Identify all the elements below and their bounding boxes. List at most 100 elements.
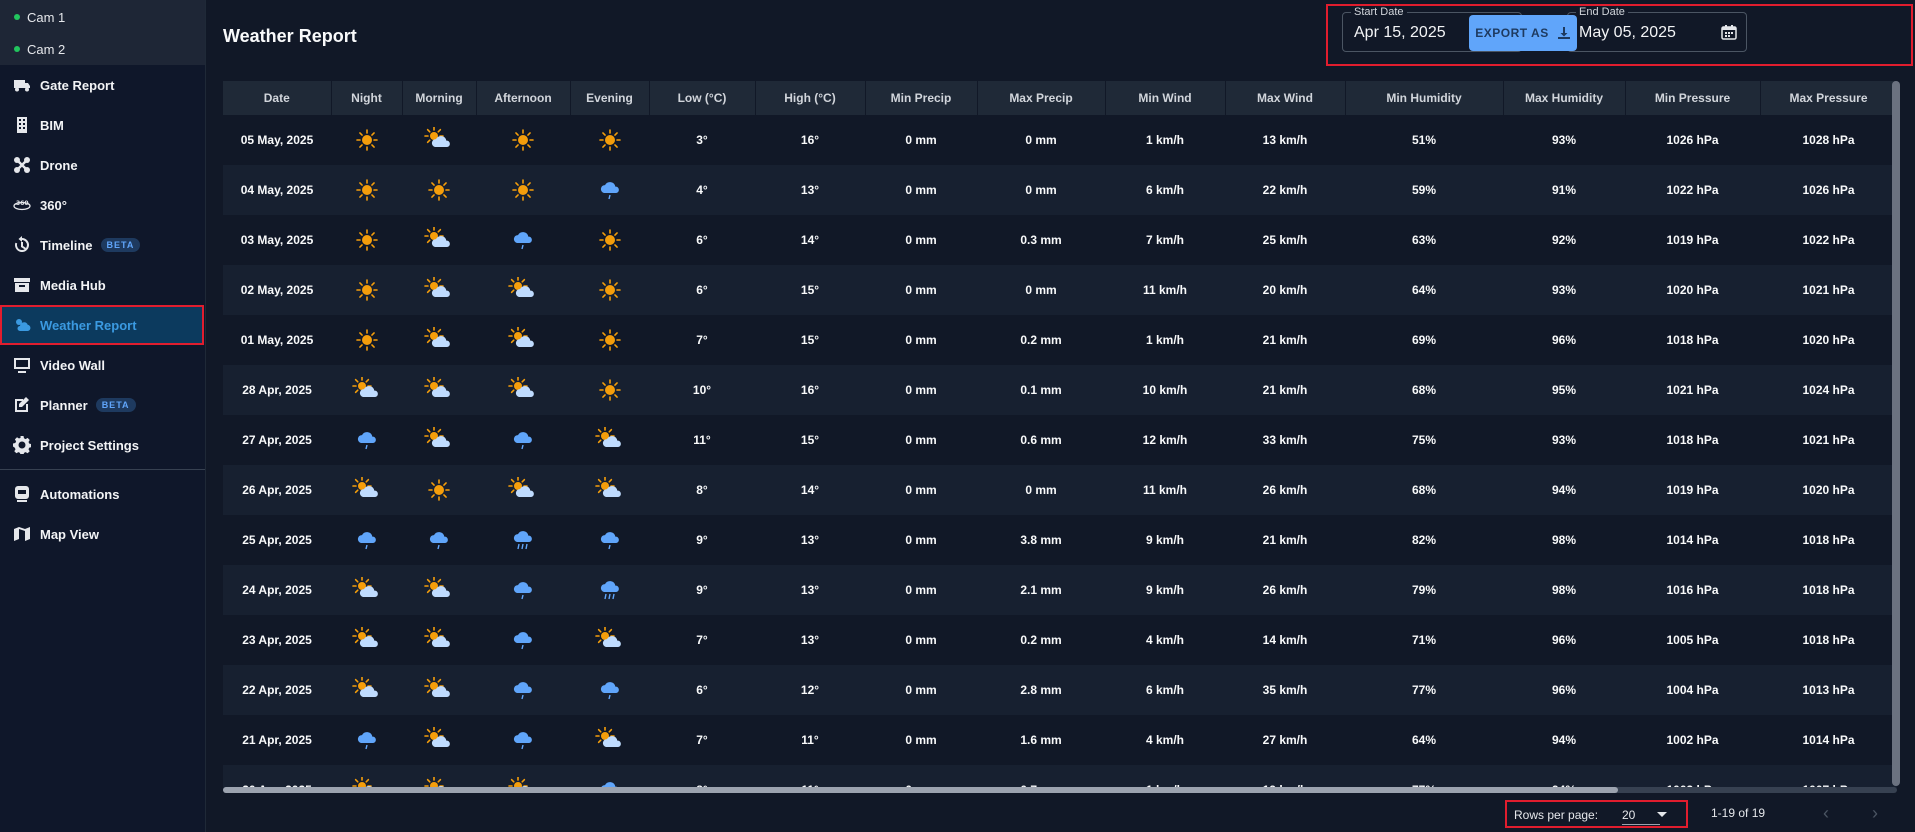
sidebar-item-gate-report[interactable]: Gate Report — [0, 65, 205, 105]
weather-cell — [476, 315, 570, 365]
table-cell: 94% — [1503, 465, 1625, 515]
scrollbar-thumb[interactable] — [223, 787, 1618, 793]
weather-cell — [476, 165, 570, 215]
table-cell: 0 mm — [865, 365, 977, 415]
sidebar-item-planner[interactable]: Planner BETA — [0, 385, 205, 425]
sidebar-item-media-hub[interactable]: Media Hub — [0, 265, 205, 305]
column-header[interactable]: Min Humidity — [1345, 81, 1504, 115]
table-cell: 33 km/h — [1225, 415, 1345, 465]
table-cell: 15° — [755, 265, 865, 315]
partly-cloudy-icon — [351, 377, 378, 397]
table-cell: 1004 hPa — [1625, 665, 1760, 715]
export-as-button[interactable]: EXPORT AS — [1469, 15, 1577, 51]
rows-per-page-control: Rows per page: 20 — [1505, 800, 1688, 828]
date-cell: 04 May, 2025 — [223, 165, 331, 215]
column-header[interactable]: Max Humidity — [1503, 81, 1626, 115]
table-cell: 13° — [755, 165, 865, 215]
column-header[interactable]: Date — [223, 81, 332, 115]
table-cell: 11° — [755, 715, 865, 765]
weather-cell — [570, 465, 649, 515]
table-cell: 0.3 mm — [977, 215, 1105, 265]
next-page-button[interactable]: › — [1865, 803, 1885, 823]
table-cell: 14 km/h — [1225, 615, 1345, 665]
rows-per-page-select[interactable]: 20 — [1622, 808, 1660, 825]
sidebar-item-map-view[interactable]: Map View — [0, 514, 205, 554]
table-cell: 64% — [1345, 715, 1503, 765]
weather-cell — [331, 665, 402, 715]
table-cell: 13° — [755, 615, 865, 665]
column-header[interactable]: Morning — [402, 81, 477, 115]
table-cell: 1022 hPa — [1625, 165, 1760, 215]
table-row: 24 Apr, 2025 9° 13° 0 mm 2.1 mm 9 km/h 26 km/h… — [223, 565, 1897, 615]
table-cell: 3.8 mm — [977, 515, 1105, 565]
chevron-down-icon[interactable] — [1657, 812, 1667, 817]
beta-badge: BETA — [100, 238, 141, 252]
column-header[interactable]: Min Pressure — [1625, 81, 1761, 115]
table-cell: 10 km/h — [1105, 365, 1225, 415]
partly-cloudy-icon — [424, 577, 450, 597]
map-icon — [12, 524, 32, 544]
column-header[interactable]: Evening — [570, 81, 650, 115]
partly-cloudy-icon — [508, 377, 534, 397]
table-cell: 0.2 mm — [977, 315, 1105, 365]
table-cell: 15° — [755, 415, 865, 465]
sidebar-item-bim[interactable]: BIM — [0, 105, 205, 145]
camera-item[interactable]: Cam 1 — [0, 1, 205, 33]
table-cell: 21 km/h — [1225, 365, 1345, 415]
table-cell: 11 km/h — [1105, 265, 1225, 315]
sidebar-item-project-settings[interactable]: Project Settings — [0, 425, 205, 465]
sidebar-item-360[interactable]: 360 360° — [0, 185, 205, 225]
partly-cloudy-icon — [594, 477, 621, 497]
column-header[interactable]: Min Precip — [865, 81, 978, 115]
horizontal-scrollbar[interactable] — [223, 787, 1897, 793]
column-header[interactable]: Max Precip — [977, 81, 1106, 115]
table-cell: 1026 hPa — [1760, 165, 1897, 215]
table-cell: 9° — [649, 565, 755, 615]
camera-item[interactable]: Cam 2 — [0, 33, 205, 65]
end-date-field[interactable]: End Date May 05, 2025 — [1567, 6, 1747, 52]
table-cell: 0 mm — [977, 115, 1105, 165]
table-cell: 92% — [1503, 215, 1625, 265]
sun-icon — [598, 129, 621, 151]
sidebar-item-timeline[interactable]: Timeline BETA — [0, 225, 205, 265]
table-cell: 11 km/h — [1105, 465, 1225, 515]
weather-cell — [570, 565, 649, 615]
table-cell: 11° — [755, 765, 865, 788]
table-row: 03 May, 2025 6° 14° 0 mm 0.3 mm 7 km/h 25 km/h… — [223, 215, 1897, 265]
previous-page-button[interactable]: ‹ — [1816, 803, 1836, 823]
weather-cell — [570, 715, 649, 765]
column-header[interactable]: Low (°C) — [649, 81, 756, 115]
table-cell: 1013 hPa — [1760, 665, 1897, 715]
date-cell: 26 Apr, 2025 — [223, 465, 331, 515]
weather-cell — [331, 565, 402, 615]
column-header[interactable]: Max Pressure — [1760, 81, 1897, 115]
scrollbar-thumb[interactable] — [1892, 81, 1900, 786]
table-cell: 0.6 mm — [977, 415, 1105, 465]
table-cell: 35 km/h — [1225, 665, 1345, 715]
date-cell: 28 Apr, 2025 — [223, 365, 331, 415]
column-header[interactable]: Night — [331, 81, 403, 115]
weather-cell — [402, 115, 476, 165]
weather-cell — [331, 215, 402, 265]
table-cell: 12 km/h — [1105, 415, 1225, 465]
sidebar-item-automations[interactable]: Automations — [0, 474, 205, 514]
weather-cell — [331, 165, 402, 215]
table-cell: 26 km/h — [1225, 565, 1345, 615]
weather-cell — [331, 715, 402, 765]
calendar-icon[interactable] — [1721, 24, 1737, 40]
sun-icon — [598, 229, 621, 251]
vertical-scrollbar[interactable] — [1892, 81, 1900, 786]
column-header[interactable]: Max Wind — [1225, 81, 1346, 115]
sidebar-item-video-wall[interactable]: Video Wall — [0, 345, 205, 385]
partly-cloudy-icon — [424, 627, 450, 647]
sidebar-item-drone[interactable]: Drone — [0, 145, 205, 185]
sun-icon — [355, 329, 378, 351]
table-cell: 1.6 mm — [977, 715, 1105, 765]
table-cell: 0 mm — [865, 315, 977, 365]
sidebar-item-weather-report[interactable]: Weather Report — [0, 305, 204, 345]
column-header[interactable]: Afternoon — [476, 81, 571, 115]
column-header[interactable]: High (°C) — [755, 81, 866, 115]
table-cell: 0 mm — [865, 415, 977, 465]
column-header[interactable]: Min Wind — [1105, 81, 1226, 115]
sun-icon — [428, 179, 450, 201]
